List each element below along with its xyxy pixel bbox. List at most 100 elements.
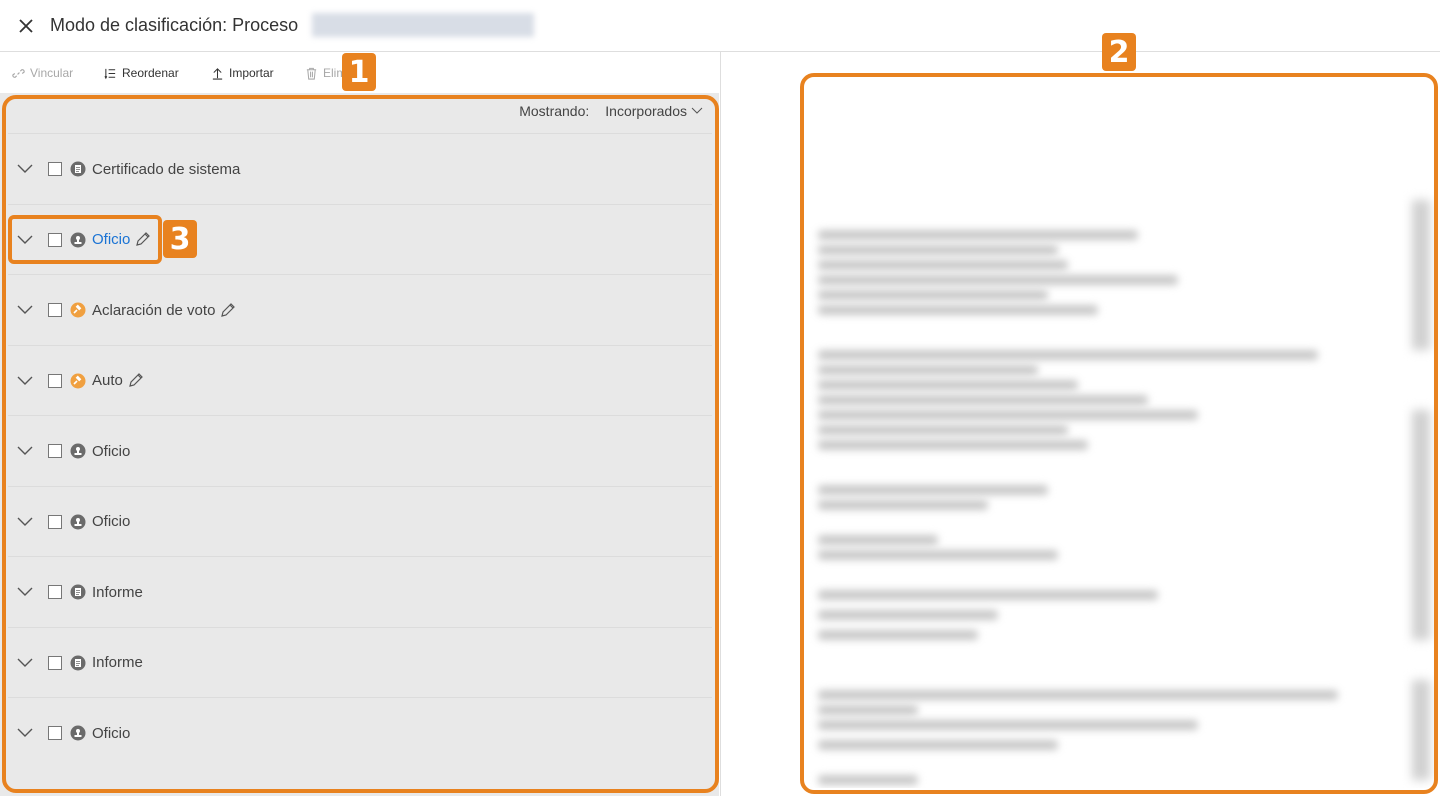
blurred-text-line	[818, 410, 1198, 420]
list-item[interactable]: Informe	[8, 626, 712, 698]
filter-label: Mostrando:	[519, 103, 590, 119]
blurred-text-line	[818, 630, 978, 640]
blurred-text-line	[818, 380, 1078, 390]
blurred-text-line	[818, 690, 1338, 700]
blurred-scrollbar-shadow	[1412, 680, 1430, 780]
link-button-label: Vincular	[30, 66, 74, 80]
blurred-text-line	[818, 705, 918, 715]
reorder-button[interactable]: Reordenar	[104, 64, 179, 82]
list-item-label[interactable]: Oficio	[92, 231, 130, 248]
stamp-icon	[70, 232, 86, 247]
doc-icon	[70, 584, 86, 600]
row-checkbox[interactable]	[48, 232, 62, 247]
list-item-label: Oficio	[92, 513, 131, 530]
list-item-label: Certificado de sistema	[92, 160, 241, 178]
doc-icon	[70, 161, 86, 177]
row-checkbox[interactable]	[48, 373, 62, 388]
annotation-badge-2: 2	[1102, 33, 1136, 71]
blurred-text-line	[818, 550, 1058, 560]
stamp-icon	[70, 514, 86, 529]
chevron-down-icon[interactable]	[16, 301, 34, 319]
chevron-down-icon[interactable]	[16, 372, 34, 390]
blurred-text-line	[818, 500, 988, 510]
blurred-text-line	[818, 535, 938, 545]
chevron-down-icon[interactable]	[16, 442, 34, 460]
blurred-text-line	[818, 775, 918, 785]
chevron-down-icon[interactable]	[16, 231, 34, 249]
pencil-icon[interactable]	[219, 302, 236, 319]
blurred-text-line	[818, 365, 1038, 375]
blurred-text-line	[818, 485, 1048, 495]
filter-value: Incorporados	[605, 103, 687, 119]
list-item[interactable]: Oficio	[8, 697, 712, 768]
annotation-badge-3: 3	[163, 220, 197, 258]
redacted-process-id	[312, 13, 534, 37]
reorder-icon	[104, 68, 116, 79]
chevron-down-icon[interactable]	[16, 654, 34, 672]
blurred-text-line	[818, 260, 1068, 270]
blurred-text-line	[818, 440, 1088, 450]
list-item[interactable]: Informe	[8, 556, 712, 627]
blurred-text-line	[818, 350, 1318, 360]
list-item-label: Informe	[92, 654, 143, 671]
blurred-scrollbar-shadow	[1412, 410, 1430, 640]
chevron-down-icon[interactable]	[16, 724, 34, 742]
list-item-label: Oficio	[92, 442, 131, 460]
row-checkbox[interactable]	[48, 444, 62, 458]
blurred-text-line	[818, 230, 1138, 240]
import-button[interactable]: Importar	[211, 64, 274, 82]
blurred-text-line	[818, 290, 1048, 300]
chevron-down-icon	[691, 107, 703, 114]
document-list: Mostrando: Incorporados Certificado de s…	[0, 93, 719, 796]
trash-icon	[306, 67, 317, 80]
list-item-label: Aclaración de voto	[92, 301, 216, 319]
stamp-icon	[70, 725, 86, 741]
blurred-text-line	[818, 610, 998, 620]
pencil-icon[interactable]	[134, 231, 151, 248]
list-item[interactable]: Auto	[8, 344, 712, 416]
list-item[interactable]: Aclaración de voto	[8, 274, 712, 345]
list-item[interactable]: Oficio	[8, 415, 712, 486]
list-item[interactable]: Oficio	[8, 203, 712, 275]
chevron-down-icon[interactable]	[16, 513, 34, 531]
link-icon	[12, 68, 25, 78]
stamp-icon	[70, 443, 86, 459]
link-button[interactable]: Vincular	[12, 64, 73, 82]
chevron-down-icon[interactable]	[16, 583, 34, 601]
row-checkbox[interactable]	[48, 303, 62, 317]
gavel-icon	[70, 302, 86, 318]
close-icon[interactable]	[16, 16, 36, 36]
blurred-text-line	[818, 720, 1198, 730]
row-checkbox[interactable]	[48, 514, 62, 529]
document-preview	[806, 80, 1434, 788]
gavel-icon	[70, 373, 86, 388]
list-item-label: Oficio	[92, 724, 131, 742]
filter-control: Mostrando: Incorporados	[519, 103, 703, 119]
blurred-text-line	[818, 275, 1178, 285]
doc-icon	[70, 655, 86, 670]
chevron-down-icon[interactable]	[16, 160, 34, 178]
pencil-icon[interactable]	[127, 372, 144, 389]
row-checkbox[interactable]	[48, 726, 62, 740]
row-checkbox[interactable]	[48, 162, 62, 176]
delete-button[interactable]: Elim	[305, 64, 346, 82]
blurred-text-line	[818, 395, 1148, 405]
blurred-scrollbar-shadow	[1412, 200, 1430, 350]
header-bar: Modo de clasificación: Proceso	[0, 0, 1440, 52]
import-button-label: Importar	[229, 66, 274, 80]
document-list-pane: Vincular Reordenar Importar Elim Mostran…	[0, 52, 721, 796]
list-item[interactable]: Certificado de sistema	[8, 133, 712, 204]
blurred-text-line	[818, 425, 1068, 435]
row-checkbox[interactable]	[48, 585, 62, 599]
list-item-label: Auto	[92, 372, 123, 389]
filter-dropdown[interactable]: Incorporados	[605, 103, 703, 119]
list-item[interactable]: Oficio	[8, 485, 712, 557]
blurred-text-line	[818, 305, 1098, 315]
blurred-text-line	[818, 740, 1058, 750]
list-item-label: Informe	[92, 583, 143, 601]
annotation-badge-1: 1	[342, 53, 376, 91]
page-title: Modo de clasificación: Proceso	[50, 15, 299, 35]
blurred-text-line	[818, 590, 1158, 600]
upload-icon	[212, 67, 223, 80]
row-checkbox[interactable]	[48, 655, 62, 670]
